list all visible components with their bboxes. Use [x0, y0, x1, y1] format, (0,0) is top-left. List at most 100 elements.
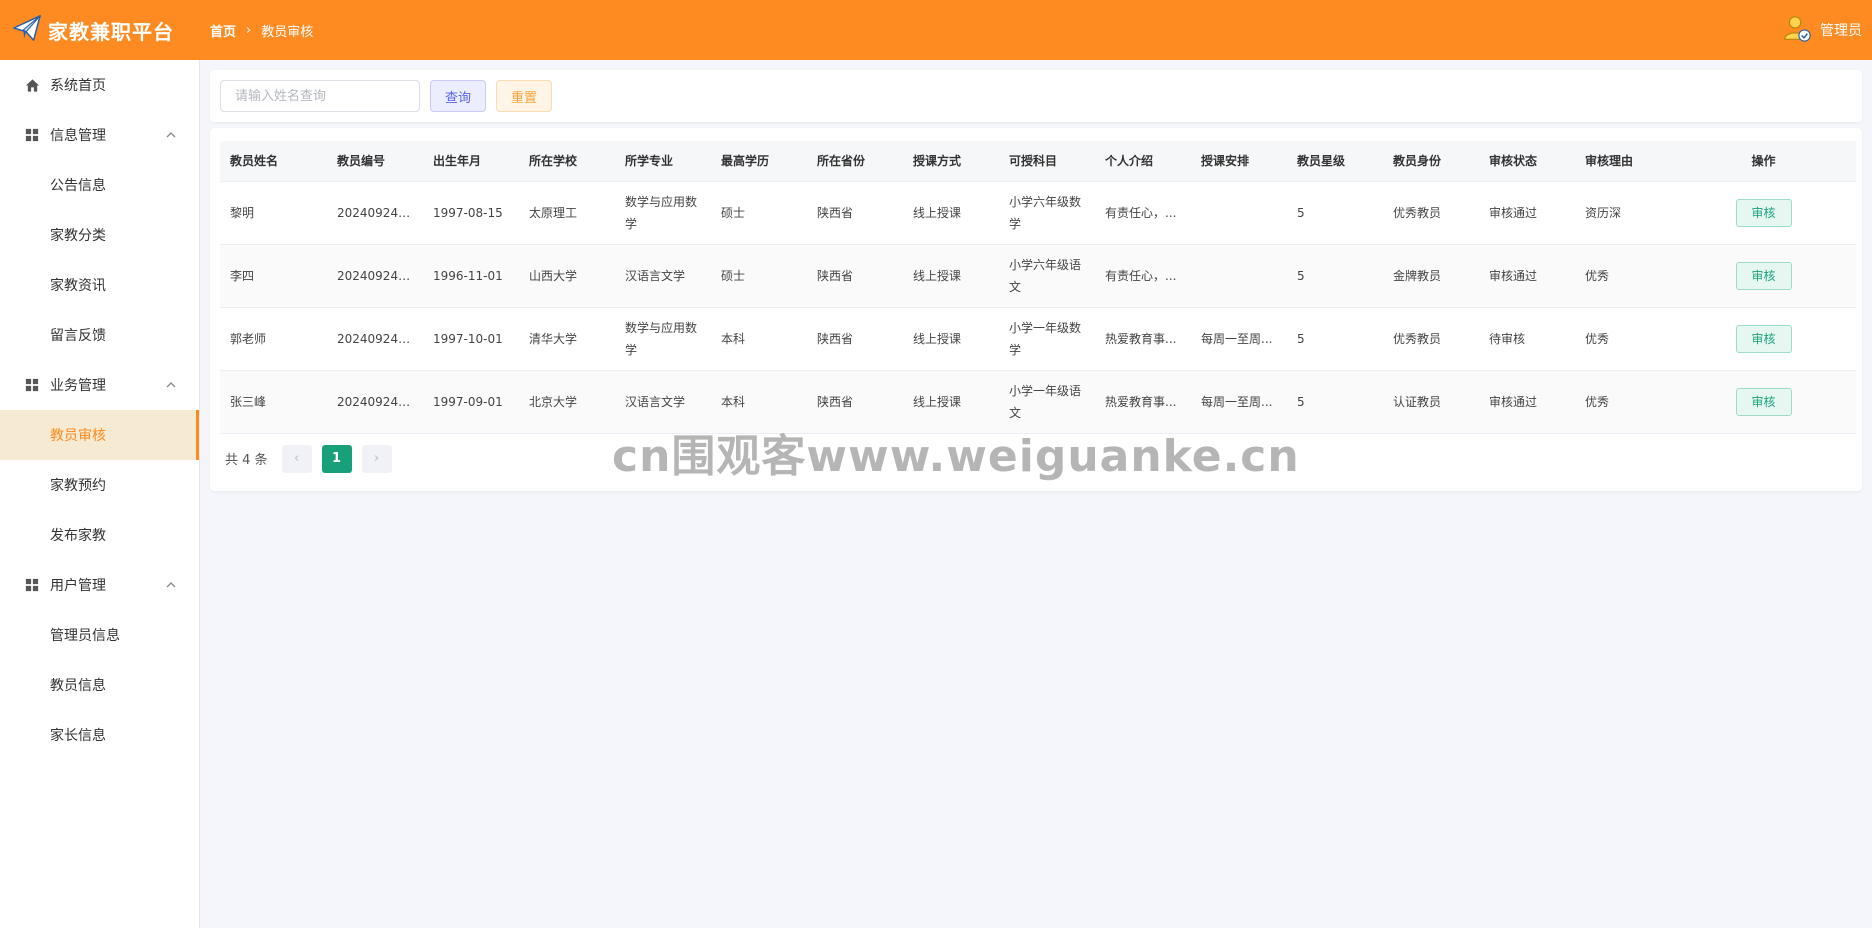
cell-text: 热爱教育事... [1105, 331, 1177, 346]
audit-button[interactable]: 审核 [1735, 387, 1792, 416]
prev-page-button[interactable]: ‹ [281, 444, 312, 473]
cell-stars: 5 [1297, 268, 1305, 283]
logo[interactable]: 家教兼职平台 [0, 0, 200, 60]
tutor-table: 教员姓名 教员编号 出生年月 所在学校 所学专业 最高学历 所在省份 授课方式 可授科目 个人介绍… [220, 141, 1856, 434]
app-title: 家教兼职平台 [48, 19, 174, 44]
breadcrumb-home[interactable]: 首页 [210, 21, 236, 40]
top-header: 家教兼职平台 首页 › 教员审核 管理员 [0, 0, 1872, 60]
sidebar-item-tutor-review[interactable]: 教员审核 [0, 410, 199, 460]
cell-birth: 1997-10-01 [433, 331, 503, 346]
sidebar-group-info[interactable]: 信息管理 [0, 110, 199, 160]
column-header-reason: 审核理由 [1575, 141, 1671, 182]
cell-reason: 优秀 [1585, 268, 1610, 283]
cell-text: 每周一至周... [1201, 331, 1273, 346]
sidebar-item-post-tutoring[interactable]: 发布家教 [0, 510, 199, 560]
sidebar-item-tutor-info[interactable]: 教员信息 [0, 660, 199, 710]
home-icon [24, 77, 40, 93]
cell-text: 有责任心，... [1105, 205, 1177, 220]
cell-action: 审核 [1671, 181, 1856, 244]
sidebar-item-parent-info[interactable]: 家长信息 [0, 710, 199, 760]
sidebar-item-feedback[interactable]: 留言反馈 [0, 310, 199, 360]
cell-province: 陕西省 [817, 268, 854, 283]
user-menu[interactable]: 管理员 [1782, 0, 1862, 60]
cell-id: 202409240... [327, 307, 423, 370]
cell-major: 数学与应用数学 [625, 194, 698, 231]
cell-identity: 优秀教员 [1393, 205, 1442, 220]
cell-schedule: 每周一至周... [1191, 307, 1287, 370]
sidebar-group-label: 用户管理 [50, 578, 106, 594]
sidebar-item-tutor-booking[interactable]: 家教预约 [0, 460, 199, 510]
chevron-up-icon [165, 579, 177, 591]
table-row: 李四 202409241... 1996-11-01 山西大学 汉语言文学 硕士 陕西省 线上… [220, 244, 1856, 307]
table-row: 黎明 202409241... 1997-08-15 太原理工 数学与应用数学 硕士 陕西省… [220, 181, 1856, 244]
column-header-school: 所在学校 [519, 141, 615, 182]
column-header-mode: 授课方式 [903, 141, 999, 182]
column-header-stars: 教员星级 [1287, 141, 1383, 182]
total-count: 共 4 条 [225, 453, 268, 468]
sidebar-item-tutor-categories[interactable]: 家教分类 [0, 210, 199, 260]
cell-name: 张三峰 [230, 394, 267, 409]
column-header-degree: 最高学历 [711, 141, 807, 182]
search-bar: 查询 重置 [210, 70, 1862, 122]
user-avatar-icon [1782, 13, 1820, 47]
cell-stars: 5 [1297, 205, 1305, 220]
cell-degree: 硕士 [721, 268, 746, 283]
column-header-intro: 个人介绍 [1095, 141, 1191, 182]
sidebar-group-users[interactable]: 用户管理 [0, 560, 199, 610]
cell-school: 清华大学 [529, 331, 578, 346]
cell-name: 郭老师 [230, 331, 267, 346]
cell-status: 审核通过 [1489, 268, 1538, 283]
column-header-id: 教员编号 [327, 141, 423, 182]
next-page-button[interactable]: › [361, 444, 392, 473]
column-header-name: 教员姓名 [220, 141, 327, 182]
column-header-province: 所在省份 [807, 141, 903, 182]
reset-button[interactable]: 重置 [496, 80, 552, 112]
cell-stars: 5 [1297, 394, 1305, 409]
cell-stars: 5 [1297, 331, 1305, 346]
cell-mode: 线上授课 [913, 205, 962, 220]
cell-text: 202409240... [337, 394, 413, 409]
sidebar-group-business[interactable]: 业务管理 [0, 360, 199, 410]
search-input[interactable] [220, 80, 420, 112]
table-header-row: 教员姓名 教员编号 出生年月 所在学校 所学专业 最高学历 所在省份 授课方式 可授科目 个人介绍… [220, 141, 1856, 182]
cell-reason: 优秀 [1585, 394, 1610, 409]
cell-mode: 线上授课 [913, 268, 962, 283]
column-header-major: 所学专业 [615, 141, 711, 182]
table-body: 黎明 202409241... 1997-08-15 太原理工 数学与应用数学 硕士 陕西省… [220, 181, 1856, 433]
column-header-subjects: 可授科目 [999, 141, 1095, 182]
cell-birth: 1997-09-01 [433, 394, 503, 409]
sidebar-item-admin-info[interactable]: 管理员信息 [0, 610, 199, 660]
sidebar-item-home[interactable]: 系统首页 [0, 60, 199, 110]
cell-action: 审核 [1671, 370, 1856, 433]
cell-schedule [1191, 181, 1287, 244]
user-name: 管理员 [1820, 23, 1862, 39]
chevron-right-icon: › [373, 451, 380, 466]
cell-action: 审核 [1671, 307, 1856, 370]
cell-id: 202409241... [327, 181, 423, 244]
cell-subjects: 小学六年级数学 [1009, 194, 1082, 231]
cell-text: 202409241... [337, 205, 413, 220]
cell-subjects: 小学一年级数学 [1009, 320, 1082, 357]
sidebar-item-tutor-news[interactable]: 家教资讯 [0, 260, 199, 310]
chevron-right-icon: › [246, 22, 252, 38]
cell-intro: 热爱教育事... [1095, 307, 1191, 370]
sidebar-group-label: 信息管理 [50, 128, 106, 144]
audit-button[interactable]: 审核 [1735, 261, 1792, 290]
sidebar: 系统首页 信息管理 公告信息 家教分类 家教资讯 留言反馈 业务管理 教员审核 … [0, 60, 200, 928]
cell-intro: 有责任心，... [1095, 244, 1191, 307]
audit-button[interactable]: 审核 [1735, 198, 1792, 227]
audit-button[interactable]: 审核 [1735, 324, 1792, 353]
cell-birth: 1996-11-01 [433, 268, 503, 283]
query-button[interactable]: 查询 [430, 80, 486, 112]
cell-province: 陕西省 [817, 205, 854, 220]
sidebar-item-announcements[interactable]: 公告信息 [0, 160, 199, 210]
sidebar-item-label: 系统首页 [50, 78, 106, 94]
cell-status: 待审核 [1489, 331, 1526, 346]
page-number[interactable]: 1 [321, 444, 352, 473]
cell-text: 每周一至周... [1201, 394, 1273, 409]
cell-text: 202409241... [337, 268, 413, 283]
grid-icon [24, 377, 40, 393]
column-header-birth: 出生年月 [423, 141, 519, 182]
cell-identity: 认证教员 [1393, 394, 1442, 409]
cell-text: 热爱教育事... [1105, 394, 1177, 409]
